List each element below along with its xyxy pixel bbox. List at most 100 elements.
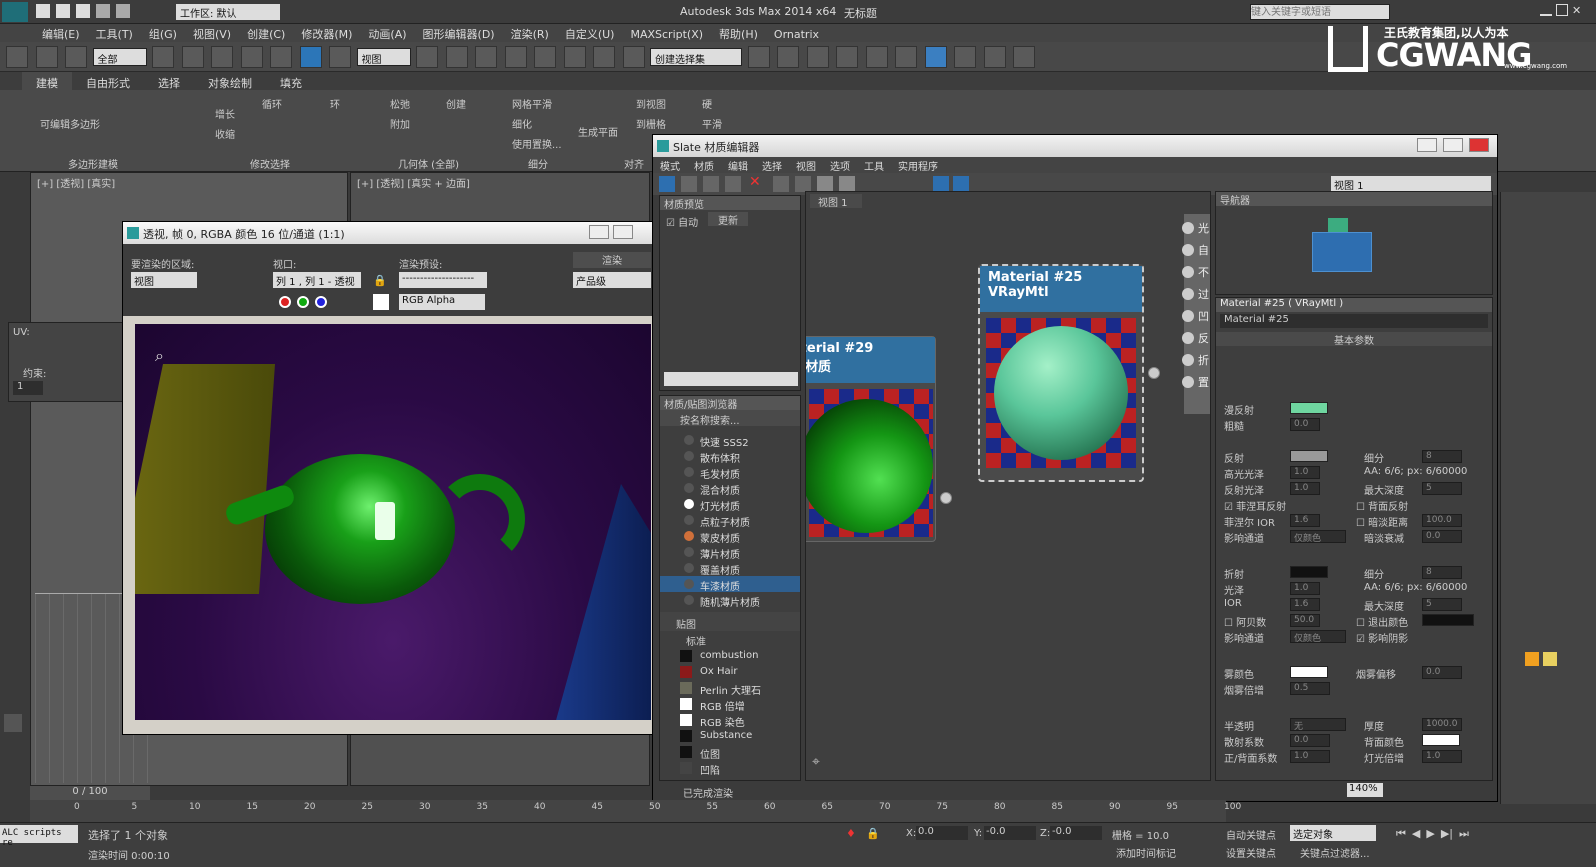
browser-material-item[interactable]: 随机薄片材质 [660,592,800,609]
menu-item[interactable]: 组(G) [141,24,185,44]
color-swatch[interactable] [373,294,389,310]
viewport-dropdown[interactable]: 列 1 , 列 1 - 透视 [273,272,361,288]
geometry-panel[interactable]: 几何体 (全部) [398,156,459,171]
render-quality-dropdown[interactable]: 产品级 [573,272,651,288]
ribbon-tab[interactable]: 建模 [22,72,72,94]
minimize-icon[interactable] [1540,4,1552,16]
orange-swatch[interactable] [1525,652,1539,666]
color-swatch[interactable] [1290,566,1328,578]
track-bar[interactable]: 0 5 10 15 20 25 30 35 40 45 50 55 60 65 70 75 80 85 90 95 10… [30,800,1241,822]
subdivision-panel[interactable]: 细分 [528,156,548,171]
socket-circle-icon[interactable] [1182,310,1194,322]
menu-item[interactable]: 编辑(E) [34,24,88,44]
modify-selection-panel[interactable]: 修改选择 [250,156,290,171]
edit-named-sel-icon[interactable] [622,46,645,68]
area-to-render-dropdown[interactable]: 视图 [131,272,197,288]
z-coord-field[interactable]: -0.0 [1050,826,1102,840]
param-field[interactable]: 1.0 [1290,482,1320,495]
key-selection-dropdown[interactable]: 选定对象 [1290,825,1376,841]
keyboard-shortcut-icon[interactable] [475,46,497,68]
maximize-button[interactable] [1443,138,1463,152]
spinner-snap-icon[interactable] [593,46,615,68]
use-displacement-button[interactable]: 使用置换... [512,136,562,151]
input-socket[interactable]: 自 [1182,240,1210,262]
to-view-button[interactable]: 到视图 [636,96,666,111]
search-input[interactable] [1250,4,1390,20]
ribbon-tab[interactable]: 对象绘制 [194,72,266,94]
maps-group-header[interactable]: 贴图 [660,612,800,631]
move-icon[interactable] [270,46,292,68]
material-name-field[interactable]: Material #25 [1220,314,1488,328]
slate-menu-item[interactable]: 实用程序 [891,157,945,174]
menu-item[interactable]: 动画(A) [360,24,414,44]
browser-material-item[interactable]: 车漆材质 [660,576,800,593]
render-setup-icon[interactable] [954,46,976,68]
param-field[interactable]: 0.0 [1422,666,1462,679]
prev-frame-icon[interactable]: ◀ [1412,827,1420,841]
browser-material-item[interactable]: 灯光材质 [660,496,800,513]
ribbon-tab[interactable]: 填充 [266,72,316,94]
browser-material-item[interactable]: 点粒子材质 [660,512,800,529]
menu-item[interactable]: 自定义(U) [557,24,623,44]
input-socket[interactable]: 置 [1182,372,1210,394]
material-editor-icon[interactable] [924,46,947,68]
attach-button[interactable]: 附加 [390,116,410,131]
lock-selection-icon[interactable]: 🔒 [866,827,880,840]
frame-counter[interactable]: 0 / 100 [30,786,150,800]
output-socket[interactable] [940,492,952,504]
color-swatch[interactable] [1422,734,1460,746]
param-field[interactable]: 0.5 [1290,682,1330,695]
node-view[interactable]: 视图 1 Material #29 混合材质 Material #25 VRay… [805,191,1211,781]
show-map-icon[interactable] [817,176,833,192]
param-field[interactable]: 5 [1422,482,1462,495]
browser-material-item[interactable]: 混合材质 [660,480,800,497]
menu-item[interactable]: 帮助(H) [711,24,766,44]
selection-filter-dropdown[interactable]: 全部 [92,48,147,66]
input-socket[interactable]: 光 [1182,218,1210,240]
bind-space-warp-icon[interactable] [65,46,87,68]
undo-icon[interactable] [96,4,110,18]
browser-map-item[interactable]: Ox Hair [660,664,800,680]
browser-search-input[interactable]: 按名称搜索... [660,410,800,427]
reference-coord-dropdown[interactable]: 视图 [356,48,411,66]
socket-circle-icon[interactable] [1182,376,1194,388]
zoom-dropdown[interactable]: 140% [1347,783,1383,797]
scale-icon[interactable] [329,46,351,68]
browser-map-item[interactable]: 位图 [660,744,800,761]
shrink-button[interactable]: 收缩 [215,126,235,141]
menu-item[interactable]: 修改器(M) [293,24,360,44]
layer-manager-icon[interactable] [806,46,829,68]
param-field[interactable]: 1.0 [1290,582,1320,595]
socket-circle-icon[interactable] [1182,244,1194,256]
ribbon-tab[interactable]: 自由形式 [72,72,144,94]
key-icon[interactable]: ♦ [846,827,856,840]
angle-snap-icon[interactable] [534,46,556,68]
menu-item[interactable]: 工具(T) [88,24,141,44]
slate-menu-item[interactable]: 模式 [653,157,687,174]
window-crossing-icon[interactable] [240,46,263,68]
maximize-button[interactable] [613,225,633,239]
preview-dropdown[interactable] [664,372,798,386]
viewport-label[interactable]: [+] [透视] [真实 + 边面] [351,173,649,192]
socket-circle-icon[interactable] [1182,332,1194,344]
auto-key-button[interactable]: 自动关键点 [1226,827,1276,842]
param-field[interactable]: 8 [1422,566,1462,579]
close-button[interactable] [1469,138,1489,152]
socket-circle-icon[interactable] [1182,354,1194,366]
unlink-icon[interactable] [35,46,58,68]
save-file-icon[interactable] [76,4,90,18]
select-tool-icon[interactable] [659,176,675,192]
pivot-icon[interactable] [416,46,438,68]
render-production-icon[interactable] [1013,46,1035,68]
param-field[interactable]: 8 [1422,450,1462,463]
param-field[interactable]: 无 [1290,718,1346,732]
menu-item[interactable]: 渲染(R) [503,24,557,44]
render-button[interactable]: 渲染 [573,252,651,268]
red-channel-icon[interactable] [279,296,291,308]
param-field[interactable]: 1.6 [1290,514,1320,527]
output-socket[interactable] [1148,367,1160,379]
select-by-name-icon[interactable] [181,46,204,68]
binoculars-icon[interactable]: ⌖ [812,754,820,770]
param-field[interactable]: 0.0 [1290,418,1320,431]
socket-circle-icon[interactable] [1182,288,1194,300]
